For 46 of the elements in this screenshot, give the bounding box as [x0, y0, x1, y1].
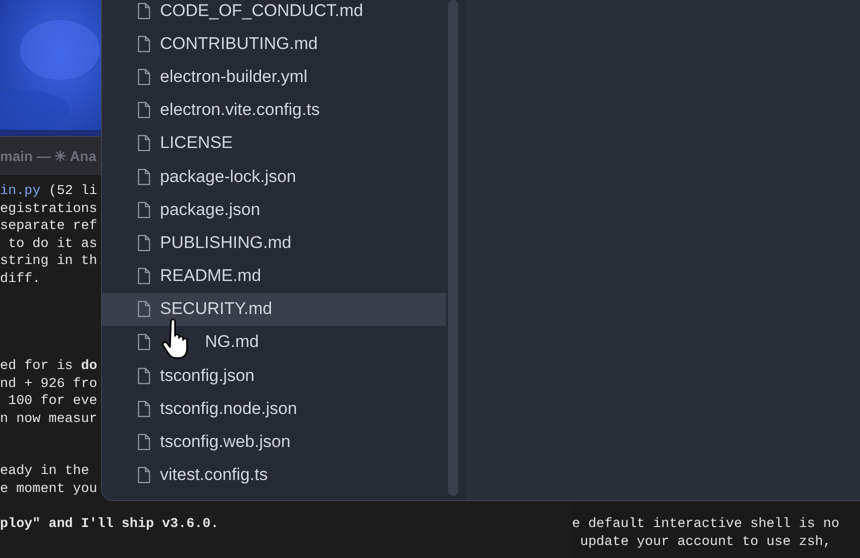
- file-item[interactable]: vitest.config.ts: [102, 458, 446, 492]
- document-icon: [137, 267, 151, 286]
- terminal-line: separate ref: [0, 219, 98, 234]
- document-icon: [137, 333, 151, 352]
- file-item[interactable]: electron-builder.yml: [102, 60, 446, 94]
- document-icon: [137, 101, 151, 120]
- terminal-line: ploy" and I'll ship v3.6.0.: [0, 516, 219, 532]
- document-icon: [137, 400, 151, 418]
- file-item[interactable]: package.json: [102, 193, 446, 226]
- document-icon: [137, 433, 151, 452]
- file-item[interactable]: tsconfig.web.json: [102, 425, 446, 459]
- file-item[interactable]: electron.vite.config.ts: [102, 94, 446, 127]
- terminal-line: in.py (52 li: [0, 184, 98, 199]
- document-icon: [137, 234, 151, 252]
- file-item[interactable]: SECURITY.md: [102, 292, 446, 326]
- file-item[interactable]: CODE_OF_CONDUCT.md: [102, 0, 446, 28]
- document-icon: [137, 366, 151, 385]
- document-icon: [137, 34, 151, 53]
- terminal-line: update your account to use zsh,: [579, 534, 832, 551]
- document-icon: [137, 200, 151, 219]
- file-item[interactable]: CONTRIBUTING.md: [102, 27, 446, 60]
- file-item[interactable]: README.md: [102, 260, 446, 293]
- file-item[interactable]: NG.md: [102, 326, 446, 360]
- file-item[interactable]: package-lock.json: [102, 160, 446, 194]
- terminal-line: e moment you: [0, 482, 98, 496]
- terminal-line: to do it as: [7, 236, 98, 252]
- terminal-line: string in th: [0, 254, 98, 269]
- file-item[interactable]: tsconfig.node.json: [102, 392, 446, 426]
- terminal-line: diff.: [0, 272, 41, 286]
- document-icon: [137, 134, 151, 152]
- terminal-line: e default interactive shell is no: [572, 516, 840, 534]
- document-icon: [137, 68, 151, 86]
- file-item[interactable]: PUBLISHING.md: [102, 226, 446, 260]
- terminal-line: nd + 926 fro: [0, 376, 98, 392]
- file-item[interactable]: LICENSE: [102, 126, 446, 160]
- terminal-line: ed for is do: [0, 359, 98, 374]
- document-icon: [137, 300, 151, 318]
- terminal-line: egistrations: [0, 202, 98, 216]
- terminal-line: n now measur: [0, 412, 98, 426]
- document-icon: [137, 168, 151, 186]
- window-title: main — ✳ Ana: [0, 148, 96, 164]
- terminal-line: 100 for eve: [7, 394, 98, 409]
- document-icon: [137, 466, 151, 484]
- document-icon: [137, 2, 151, 20]
- file-item[interactable]: tsconfig.json: [102, 359, 446, 392]
- terminal-line: eady in the: [0, 464, 90, 479]
